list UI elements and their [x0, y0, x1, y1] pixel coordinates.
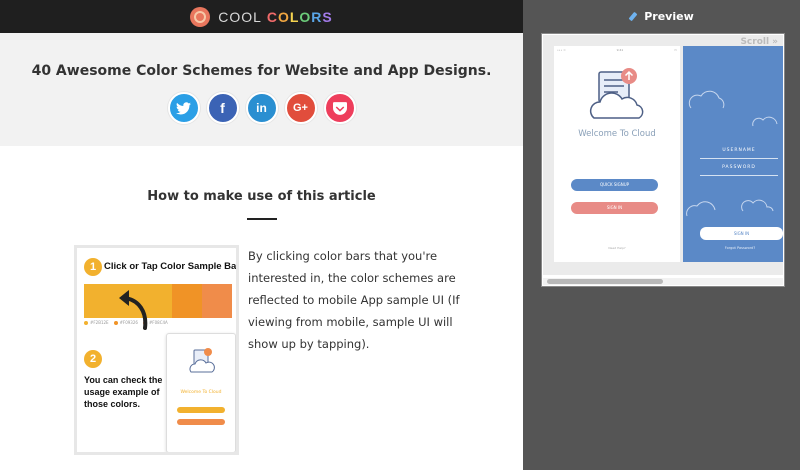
page: COOL COLORS 40 Awesome Color Schemes for… — [0, 0, 800, 470]
facebook-icon: f — [220, 100, 225, 116]
site-logo[interactable]: COOL COLORS — [190, 6, 333, 27]
sample-color-bar — [84, 284, 232, 318]
username-field[interactable] — [700, 158, 778, 159]
quick-signup-button[interactable]: QUICK SIGNUP — [571, 179, 658, 191]
logo-letter: L — [289, 8, 300, 25]
google-plus-icon: G+ — [293, 102, 308, 114]
preview-frame[interactable]: Scroll » ••• ≈ 9:41 ▭ Welcome To Cloud Q… — [541, 33, 785, 287]
logo-text: COOL COLORS — [218, 9, 333, 25]
logo-letter: S — [322, 8, 333, 25]
linkedin-icon: in — [256, 101, 267, 115]
mini-button-primary — [177, 407, 225, 413]
hero-section: 40 Awesome Color Schemes for Website and… — [0, 33, 523, 146]
step-1-text: Click or Tap Color Sample Bar. — [104, 261, 239, 272]
status-bar: ••• ≈ 9:41 ▭ — [557, 48, 677, 52]
signal-icon: ••• ≈ — [557, 48, 566, 52]
forgot-password-link[interactable]: Forgot Password? — [700, 246, 780, 250]
logo-letter: O — [277, 8, 290, 25]
scroll-hint: Scroll » — [740, 37, 778, 47]
linkedin-share-button[interactable]: in — [245, 92, 278, 124]
step-1-badge: 1 — [84, 258, 102, 276]
mini-phone-title: Welcome To Cloud — [180, 390, 222, 395]
sign-in-button[interactable]: SIGN IN — [571, 202, 658, 214]
logo-letter: O — [299, 8, 312, 25]
color-swatch — [202, 284, 232, 318]
pocket-share-button[interactable] — [323, 92, 356, 124]
main-content: COOL COLORS 40 Awesome Color Schemes for… — [0, 0, 523, 470]
page-title: 40 Awesome Color Schemes for Website and… — [31, 63, 492, 79]
cloud-upload-illustration-icon — [589, 68, 644, 119]
section-heading: How to make use of this article — [147, 189, 376, 204]
logo-icon — [190, 6, 211, 27]
twitter-share-button[interactable] — [167, 92, 200, 124]
battery-icon: ▭ — [674, 48, 677, 52]
welcome-title: Welcome To Cloud — [578, 129, 656, 139]
mini-phone-preview: Welcome To Cloud — [166, 333, 236, 452]
brush-icon — [629, 12, 639, 22]
heading-divider — [247, 218, 277, 220]
google-plus-share-button[interactable]: G+ — [284, 92, 317, 124]
step-2-text: You can check the usage example of those… — [84, 375, 163, 409]
facebook-share-button[interactable]: f — [206, 92, 239, 124]
password-label: PASSWORD — [722, 165, 756, 170]
sample-phone-login: USERNAME PASSWORD SIGN IN Forgot Passwor… — [683, 46, 783, 262]
need-help-link[interactable]: Need Help? — [554, 246, 680, 250]
status-time: 9:41 — [616, 48, 624, 52]
color-swatch — [172, 284, 202, 318]
logo-letter: C — [266, 8, 278, 25]
preview-header: Preview — [523, 0, 800, 33]
curved-arrow-icon — [119, 290, 148, 330]
preview-scroll-area[interactable]: Scroll » ••• ≈ 9:41 ▭ Welcome To Cloud Q… — [543, 35, 783, 275]
usage-guide-image: 1 Click or Tap Color Sample Bar. #F2B12E… — [74, 245, 239, 455]
scrollbar-thumb[interactable] — [547, 279, 663, 284]
mini-button-secondary — [177, 419, 225, 425]
logo-word-cool: COOL — [218, 8, 262, 25]
section-description: By clicking color bars that you're inter… — [248, 249, 460, 351]
step-2-badge: 2 — [84, 350, 102, 368]
preview-title: Preview — [644, 10, 694, 23]
horizontal-scrollbar[interactable] — [543, 278, 783, 285]
social-share-bar: f in G+ — [0, 92, 523, 124]
password-field[interactable] — [700, 175, 778, 176]
preview-panel: Preview Scroll » ••• ≈ 9:41 ▭ Welcome To… — [523, 0, 800, 470]
cloud-illustration-icon — [189, 348, 215, 373]
top-bar: COOL COLORS — [0, 0, 523, 33]
pocket-icon — [332, 101, 347, 115]
username-label: USERNAME — [722, 148, 756, 153]
login-sign-in-button[interactable]: SIGN IN — [700, 227, 783, 240]
logo-letter: R — [311, 8, 323, 25]
sample-phone-signup: ••• ≈ 9:41 ▭ Welcome To Cloud QUICK SIGN… — [554, 46, 680, 262]
twitter-icon — [176, 101, 191, 114]
